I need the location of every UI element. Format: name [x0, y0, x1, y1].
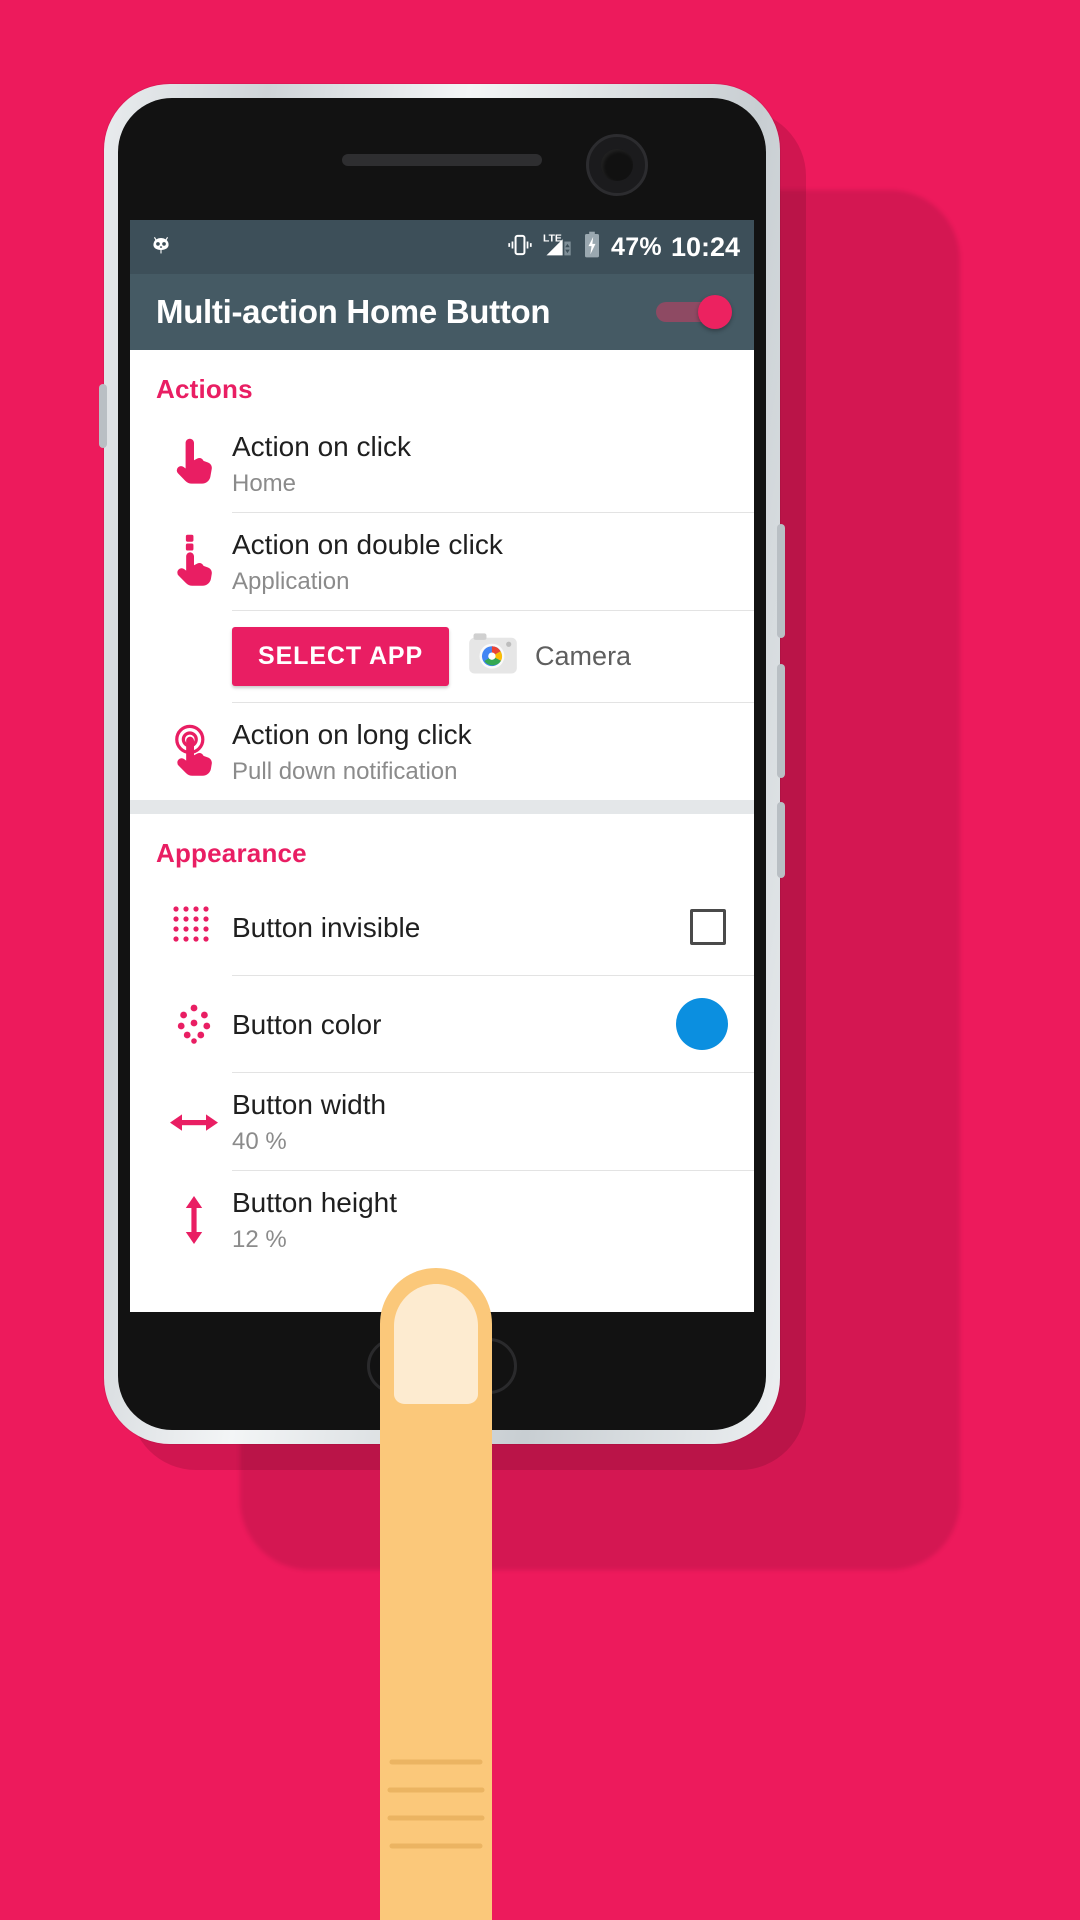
color-dots-icon	[156, 1000, 232, 1048]
pointing-hand-icon	[156, 436, 232, 492]
row-text-block: Action on long click Pull down notificat…	[232, 703, 732, 800]
row-title: Action on double click	[232, 529, 503, 560]
power-button[interactable]	[777, 524, 785, 638]
row-subtitle: Pull down notification	[232, 758, 458, 785]
volume-button[interactable]	[99, 384, 107, 448]
row-action-on-double-click[interactable]: Action on double click Application	[130, 513, 754, 610]
status-bar-right: LTE 47% 10:24	[506, 231, 740, 264]
master-enable-toggle[interactable]	[656, 295, 732, 329]
status-bar-clock: 10:24	[670, 231, 740, 262]
row-subtitle: 12 %	[232, 1226, 287, 1253]
button-color-swatch[interactable]	[676, 998, 728, 1050]
page-title: Multi-action Home Button	[156, 293, 551, 330]
settings-content: Actions Action on click Home Action on d…	[130, 350, 754, 1268]
row-title: Action on long click	[232, 719, 472, 750]
earpiece-speaker	[342, 154, 542, 166]
appearance-card: Appearance Button invisible Button color…	[130, 814, 754, 1268]
front-camera-icon	[586, 134, 648, 196]
finger-illustration	[366, 1262, 506, 1920]
actions-card: Actions Action on click Home Action on d…	[130, 350, 754, 800]
row-button-height[interactable]: Button height 12 %	[130, 1171, 754, 1268]
row-text-block: Button width 40 %	[232, 1073, 732, 1170]
row-title: Action on click	[232, 431, 411, 462]
camera-app-icon	[467, 628, 519, 685]
dot-grid-icon	[156, 903, 232, 951]
status-bar: LTE 47% 10:24	[130, 220, 754, 274]
status-bar-left	[148, 232, 174, 263]
row-subtitle: 40 %	[232, 1128, 287, 1155]
row-action-on-click[interactable]: Action on click Home	[130, 415, 754, 512]
row-button-color[interactable]: Button color	[130, 976, 754, 1072]
row-subtitle: Application	[232, 568, 350, 595]
section-gap	[130, 800, 754, 814]
row-action-on-long-click[interactable]: Action on long click Pull down notificat…	[130, 703, 754, 800]
row-button-invisible[interactable]: Button invisible	[130, 879, 754, 975]
battery-charging-icon	[582, 231, 602, 264]
side-button-3[interactable]	[777, 802, 785, 878]
section-header-appearance: Appearance	[156, 838, 307, 868]
row-text-block: Action on double click Application	[232, 513, 732, 610]
section-header-actions: Actions	[156, 374, 253, 404]
row-title: Button color	[232, 1008, 382, 1040]
lte-signal-icon: LTE	[543, 231, 573, 264]
row-title: Button invisible	[232, 911, 421, 943]
app-bar: Multi-action Home Button	[130, 274, 754, 350]
phone-device: LTE 47% 10:24 Multi-action Home Button A…	[99, 84, 785, 1444]
horizontal-arrow-icon	[156, 1100, 232, 1144]
select-app-row: SELECT APP Camera	[130, 611, 754, 702]
long-press-hand-icon	[156, 724, 232, 780]
row-text-block: Button height 12 %	[232, 1171, 732, 1268]
row-button-width[interactable]: Button width 40 %	[130, 1073, 754, 1170]
selected-app-chip[interactable]: Camera	[467, 628, 631, 685]
double-tap-hand-icon	[156, 534, 232, 590]
app-screen: LTE 47% 10:24 Multi-action Home Button A…	[130, 220, 754, 1312]
button-invisible-checkbox[interactable]	[690, 909, 726, 945]
vertical-arrow-icon	[156, 1194, 232, 1246]
row-subtitle: Home	[232, 470, 297, 497]
row-text-block: Button color	[232, 993, 676, 1056]
select-app-button[interactable]: SELECT APP	[232, 627, 450, 686]
side-button-2[interactable]	[777, 664, 785, 778]
battery-percent: 47%	[611, 232, 662, 261]
toggle-thumb	[698, 295, 732, 329]
vibrate-icon	[506, 231, 534, 264]
row-title: Button width	[232, 1089, 387, 1120]
cyanogenmod-icon	[148, 232, 174, 263]
row-title: Button height	[232, 1187, 398, 1218]
row-text-block: Action on click Home	[232, 415, 732, 512]
row-text-block: Button invisible	[232, 896, 690, 959]
selected-app-name: Camera	[535, 641, 632, 671]
